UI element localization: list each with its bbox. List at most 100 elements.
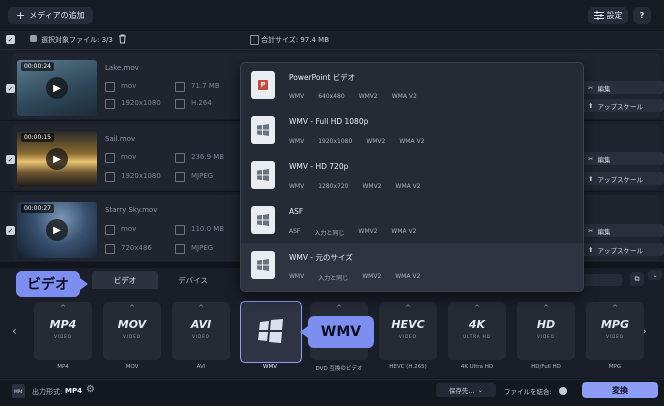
file-resolution: 720x486 <box>121 244 152 252</box>
select-all-checkbox[interactable]: ✓ <box>6 35 15 44</box>
format-logo-sub: VIDEO <box>606 334 624 339</box>
file-name[interactable]: Sail.mov <box>105 135 135 143</box>
settings-button[interactable]: 設定 <box>588 7 628 24</box>
format-tile-avi[interactable]: ^ AVI VIDEO <box>172 302 230 360</box>
preset-item[interactable]: ASF ASF 入力と同じ WMV2 WMA V2 <box>241 198 583 243</box>
tab-video[interactable]: ビデオ <box>92 271 158 289</box>
chevron-up-icon[interactable]: ^ <box>379 304 437 312</box>
scissors-icon: ✂ <box>588 154 594 163</box>
preset-title: WMV - HD 720p <box>289 162 349 171</box>
preset-spec: 1920x1080 <box>318 138 353 145</box>
chevron-up-icon[interactable]: ^ <box>103 304 161 312</box>
file-resolution: 1920x1080 <box>121 172 161 180</box>
format-tile-hevc[interactable]: ^ HEVC VIDEO <box>379 302 437 360</box>
format-label: HD/Full HD <box>531 364 561 370</box>
edit-button[interactable]: ✂ 編集 <box>580 152 664 165</box>
selected-files-label: 選択対象ファイル: 3/3 <box>41 36 113 44</box>
file-size-icon <box>250 35 259 45</box>
convert-button[interactable]: 変換 <box>582 382 658 398</box>
format-tile-mpg[interactable]: ^ MPG VIDEO <box>586 302 644 360</box>
file-resolution: 1920x1080 <box>121 99 161 107</box>
preset-item[interactable]: WMV - Full HD 1080p WMV 1920x1080 WMV2 W… <box>241 108 583 153</box>
video-callout-label: ビデオ <box>27 277 69 293</box>
chevron-up-icon[interactable]: ^ <box>310 304 368 312</box>
chevron-up-icon[interactable]: ^ <box>586 304 644 312</box>
format-tile-wmv[interactable] <box>240 301 302 363</box>
format-tile-4k[interactable]: ^ 4K ULTRA HD <box>448 302 506 360</box>
preset-spec: 1280x720 <box>318 183 349 190</box>
preset-item[interactable]: WMV - HD 720p WMV 1280x720 WMV2 WMA V2 <box>241 153 583 198</box>
merge-toggle[interactable] <box>559 387 567 395</box>
upscale-button[interactable]: ⬆ アップスケール <box>580 99 664 112</box>
preset-item[interactable]: WMV - 元のサイズ WMV 入力と同じ WMV2 WMA V2 <box>241 243 583 291</box>
chevron-down-icon[interactable]: ⌄ <box>648 270 662 280</box>
help-button[interactable]: ? <box>633 7 651 24</box>
file-name[interactable]: Starry Sky.mov <box>105 206 157 214</box>
format-label: AVI <box>196 364 206 370</box>
preset-spec: WMA V2 <box>391 228 417 235</box>
preset-specs: ASF 入力と同じ WMV2 WMA V2 <box>289 228 416 237</box>
top-toolbar <box>0 0 664 30</box>
preset-spec: 640x480 <box>318 93 345 100</box>
edit-button[interactable]: ✂ 編集 <box>580 224 664 237</box>
custom-preset-icon[interactable]: ⧉ <box>630 272 644 286</box>
format-tile-mp4[interactable]: ^ MP4 VIDEO <box>34 302 92 360</box>
play-icon[interactable]: ▶ <box>46 148 68 170</box>
format-logo: HEVC <box>391 318 425 331</box>
format-logo: AVI <box>190 318 212 331</box>
powerpoint-icon: P <box>251 71 275 99</box>
trash-icon[interactable] <box>118 34 127 44</box>
preset-spec: WMA V2 <box>395 273 421 280</box>
file-codec: MJPEG <box>191 172 214 180</box>
windows-logo-icon <box>251 206 275 234</box>
callout-pointer <box>80 278 88 290</box>
gear-icon[interactable]: ⚙ <box>86 384 98 396</box>
preset-spec: WMV <box>289 138 305 145</box>
file-container: mov <box>121 153 137 161</box>
tab-devices-label: デバイス <box>178 275 208 285</box>
container-icon <box>105 82 115 92</box>
edit-label: 編集 <box>597 227 611 236</box>
format-logo: 4K <box>468 318 486 331</box>
edit-label: 編集 <box>597 84 611 93</box>
format-tile-hd[interactable]: ^ HD VIDEO <box>517 302 575 360</box>
chevron-up-icon[interactable]: ^ <box>172 304 230 312</box>
file-checkbox[interactable]: ✓ <box>6 226 15 235</box>
video-thumbnail[interactable]: 00:00:27 ▶ <box>17 202 97 258</box>
preset-spec: WMV2 <box>362 273 382 280</box>
tab-devices[interactable]: デバイス <box>160 271 226 289</box>
add-media-button[interactable]: + メディアの追加 <box>8 7 93 24</box>
file-checkbox[interactable]: ✓ <box>6 155 15 164</box>
duration-badge: 00:00:27 <box>21 204 54 213</box>
save-to-dropdown[interactable]: 保存先... ⌄ <box>436 383 496 397</box>
upscale-label: アップスケール <box>597 246 643 255</box>
edit-button[interactable]: ✂ 編集 <box>580 81 664 94</box>
convert-label: 変換 <box>612 385 628 395</box>
upscale-icon: ⬆ <box>588 245 594 254</box>
chevron-up-icon[interactable]: ^ <box>448 304 506 312</box>
preset-item[interactable]: P PowerPoint ビデオ WMV 640x480 WMV2 WMA V2 <box>241 63 583 108</box>
file-size: 236.9 MB <box>191 153 225 161</box>
merge-files-label: ファイルを結合: <box>504 388 552 396</box>
upscale-button[interactable]: ⬆ アップスケール <box>580 172 664 185</box>
size-icon <box>175 153 185 163</box>
play-icon[interactable]: ▶ <box>46 77 68 99</box>
file-container: mov <box>121 225 137 233</box>
play-icon[interactable]: ▶ <box>46 219 68 241</box>
file-name[interactable]: Lake.mov <box>105 64 139 72</box>
upscale-icon: ⬆ <box>588 101 594 110</box>
callout-pointer <box>300 326 308 338</box>
chevron-left-icon[interactable]: ‹ <box>12 324 17 338</box>
chevron-up-icon[interactable]: ^ <box>517 304 575 312</box>
chevron-up-icon[interactable]: ^ <box>34 304 92 312</box>
format-search-input[interactable] <box>582 274 622 286</box>
video-thumbnail[interactable]: 00:00:24 ▶ <box>17 60 97 116</box>
upscale-button[interactable]: ⬆ アップスケール <box>580 243 664 256</box>
wmv-callout-label: WMV <box>320 324 362 340</box>
upscale-label: アップスケール <box>597 102 643 111</box>
format-tile-mov[interactable]: ^ MOV VIDEO <box>103 302 161 360</box>
format-label: WMV <box>263 364 277 370</box>
preset-title: WMV - Full HD 1080p <box>289 117 369 126</box>
file-checkbox[interactable]: ✓ <box>6 84 15 93</box>
video-thumbnail[interactable]: 00:00:15 ▶ <box>17 131 97 187</box>
